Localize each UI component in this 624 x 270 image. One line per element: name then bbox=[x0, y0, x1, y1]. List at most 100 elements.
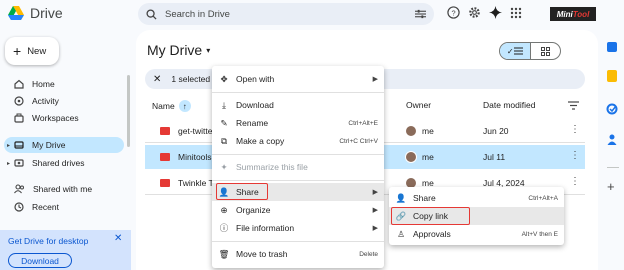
menu-item-summarize: ✦ Summarize this file bbox=[212, 158, 384, 176]
more-actions-icon[interactable]: ⋮ bbox=[570, 124, 580, 135]
search-icon[interactable] bbox=[146, 8, 157, 20]
expand-caret-icon[interactable]: ▸ bbox=[7, 160, 10, 167]
new-button-label: New bbox=[27, 45, 47, 57]
menu-divider bbox=[212, 154, 384, 155]
rail-divider bbox=[607, 167, 619, 168]
submenu-item-approvals[interactable]: ♙ Approvals Alt+V then E bbox=[389, 225, 564, 243]
annotation-highlight-box bbox=[391, 207, 470, 225]
menu-item-organize[interactable]: ⊕ Organize ▶ bbox=[212, 201, 384, 219]
more-actions-icon[interactable]: ⋮ bbox=[570, 150, 580, 161]
view-toggle[interactable]: ✓ bbox=[499, 42, 561, 60]
chevron-right-icon: ▶ bbox=[372, 225, 378, 232]
download-button[interactable]: Download bbox=[8, 253, 72, 268]
sidebar-item-workspaces[interactable]: Workspaces bbox=[4, 110, 124, 126]
copy-icon: ⧉ bbox=[220, 135, 228, 146]
sparkle-icon: ✦ bbox=[220, 161, 228, 172]
owner-value: me bbox=[422, 152, 434, 162]
plus-icon: + bbox=[13, 43, 22, 59]
modified-value: Jun 20 bbox=[483, 126, 509, 136]
sort-up-arrow-icon[interactable]: ↑ bbox=[178, 100, 191, 112]
modified-value: Jul 11 bbox=[483, 152, 506, 162]
shared-drives-icon bbox=[14, 159, 24, 167]
gemini-sparkle-icon[interactable] bbox=[489, 6, 502, 19]
menu-divider bbox=[212, 180, 384, 181]
sidebar-item-activity[interactable]: Activity bbox=[4, 93, 124, 109]
menu-divider bbox=[212, 92, 384, 93]
search-bar[interactable]: Search in Drive bbox=[138, 3, 434, 25]
selection-count: 1 selected bbox=[171, 74, 211, 84]
contacts-icon[interactable] bbox=[606, 133, 618, 145]
clear-selection-icon[interactable]: ✕ bbox=[153, 74, 161, 85]
menu-item-open-with[interactable]: ✥ Open with ▶ bbox=[212, 70, 384, 88]
activity-icon bbox=[14, 96, 24, 106]
side-panel-rail bbox=[602, 30, 624, 270]
expand-caret-icon[interactable]: ▸ bbox=[7, 142, 10, 149]
close-icon[interactable]: ✕ bbox=[114, 233, 122, 244]
rename-icon: ✎ bbox=[220, 117, 228, 128]
sidebar-item-my-drive[interactable]: ▸ My Drive bbox=[4, 137, 124, 153]
sidebar-item-home[interactable]: Home bbox=[4, 76, 124, 92]
add-addon-icon[interactable]: + bbox=[607, 179, 615, 194]
file-name: Twinkle T bbox=[178, 178, 214, 188]
owner-value: me bbox=[422, 126, 434, 136]
page-title[interactable]: My Drive ▾ bbox=[147, 42, 210, 58]
annotation-highlight-box bbox=[216, 183, 268, 200]
menu-divider bbox=[212, 241, 384, 242]
calendar-icon[interactable] bbox=[607, 42, 617, 52]
sort-options-icon[interactable] bbox=[568, 101, 579, 110]
app-name: Drive bbox=[30, 5, 63, 21]
workspaces-icon bbox=[14, 113, 24, 123]
file-icon bbox=[160, 153, 170, 161]
dropdown-arrow-icon: ▾ bbox=[206, 45, 211, 55]
avatar bbox=[405, 151, 417, 163]
sidebar-item-recent[interactable]: Recent bbox=[4, 199, 124, 215]
menu-item-file-information[interactable]: ⓘ File information ▶ bbox=[212, 219, 384, 237]
more-actions-icon[interactable]: ⋮ bbox=[570, 176, 580, 187]
list-view-icon[interactable]: ✓ bbox=[500, 43, 531, 59]
help-icon[interactable]: ? bbox=[447, 6, 460, 19]
sidebar-scrollbar[interactable] bbox=[127, 75, 130, 147]
context-menu: ✥ Open with ▶ ⤓ Download ✎ Rename Ctrl+A… bbox=[212, 66, 384, 268]
info-icon: ⓘ bbox=[219, 223, 229, 233]
menu-item-rename[interactable]: ✎ Rename Ctrl+Alt+E bbox=[212, 114, 384, 132]
share-submenu: 👤 Share Ctrl+Alt+A 🔗 Copy link ♙ Approva… bbox=[389, 187, 564, 245]
chevron-right-icon: ▶ bbox=[372, 189, 378, 196]
settings-gear-icon[interactable] bbox=[468, 6, 481, 19]
keep-icon[interactable] bbox=[607, 70, 617, 82]
submenu-item-share[interactable]: 👤 Share Ctrl+Alt+A bbox=[389, 189, 564, 207]
new-button[interactable]: + New bbox=[5, 37, 59, 65]
grid-view-icon[interactable] bbox=[531, 43, 561, 59]
open-with-icon: ✥ bbox=[220, 73, 228, 84]
trash-icon: 🗑 bbox=[218, 248, 230, 259]
clock-icon bbox=[14, 202, 24, 212]
menu-item-move-to-trash[interactable]: 🗑 Move to trash Delete bbox=[212, 245, 384, 263]
drive-logo[interactable]: Drive bbox=[8, 5, 63, 21]
file-icon bbox=[160, 179, 170, 187]
column-date-modified[interactable]: Date modified bbox=[483, 100, 535, 110]
svg-text:?: ? bbox=[451, 8, 455, 17]
sidebar-item-shared-with-me[interactable]: Shared with me bbox=[4, 181, 124, 197]
search-options-icon[interactable] bbox=[415, 9, 426, 19]
menu-item-make-a-copy[interactable]: ⧉ Make a copy Ctrl+C Ctrl+V bbox=[212, 132, 384, 150]
apps-grid-icon[interactable] bbox=[510, 7, 522, 19]
column-name[interactable]: Name ↑ bbox=[152, 100, 191, 112]
minitool-logo: Mini Tool bbox=[550, 7, 596, 21]
tasks-icon[interactable] bbox=[606, 103, 618, 115]
chevron-right-icon: ▶ bbox=[372, 207, 378, 214]
file-icon bbox=[160, 127, 170, 135]
organize-icon: ⊕ bbox=[220, 204, 228, 215]
search-input[interactable]: Search in Drive bbox=[165, 9, 407, 20]
my-drive-icon bbox=[14, 141, 24, 149]
menu-item-download[interactable]: ⤓ Download bbox=[212, 96, 384, 114]
file-name: Minitools bbox=[178, 152, 212, 162]
drive-logo-icon bbox=[8, 6, 24, 20]
approvals-icon: ♙ bbox=[397, 228, 405, 239]
column-owner[interactable]: Owner bbox=[406, 100, 431, 110]
sidebar-item-shared-drives[interactable]: ▸ Shared drives bbox=[4, 155, 124, 171]
people-icon bbox=[14, 184, 24, 194]
chevron-right-icon: ▶ bbox=[372, 76, 378, 83]
avatar bbox=[405, 125, 417, 137]
home-icon bbox=[14, 79, 24, 89]
share-icon: 👤 bbox=[395, 192, 407, 203]
file-name: get-twitte bbox=[178, 126, 213, 136]
